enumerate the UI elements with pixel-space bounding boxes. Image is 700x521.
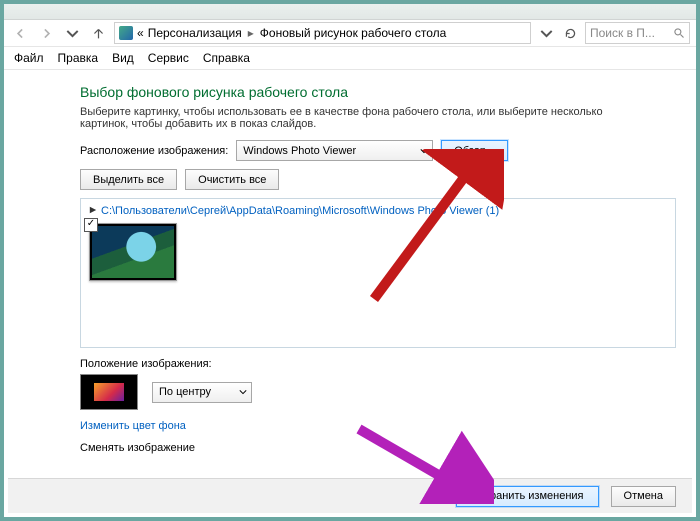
chevron-down-icon: [66, 27, 79, 40]
breadcrumb-seg-1[interactable]: Персонализация: [148, 26, 242, 40]
forward-button[interactable]: [36, 23, 56, 43]
back-button[interactable]: [10, 23, 30, 43]
thumbnail-panel: C:\Пользователи\Сергей\AppData\Roaming\M…: [80, 198, 676, 348]
wallpaper-thumbnail[interactable]: ✓: [89, 223, 177, 281]
location-icon: [119, 26, 133, 40]
content-area: Выбор фонового рисунка рабочего стола Вы…: [4, 70, 696, 454]
search-input[interactable]: Поиск в П...: [585, 22, 690, 44]
chevron-down-icon: [420, 147, 428, 155]
position-preview: [80, 374, 138, 410]
window-titlebar: [4, 4, 696, 20]
back-arrow-icon: [14, 27, 27, 40]
group-header[interactable]: C:\Пользователи\Сергей\AppData\Roaming\M…: [89, 205, 667, 217]
page-description: Выберите картинку, чтобы использовать ее…: [80, 106, 640, 130]
browse-button[interactable]: Обзор...: [441, 140, 508, 161]
search-icon: [673, 27, 685, 39]
menu-view[interactable]: Вид: [112, 51, 134, 65]
menu-help[interactable]: Справка: [203, 51, 250, 65]
search-placeholder: Поиск в П...: [590, 26, 673, 40]
menu-service[interactable]: Сервис: [148, 51, 189, 65]
nav-toolbar: « Персонализация ▸ Фоновый рисунок рабоч…: [4, 20, 696, 47]
change-background-color-link[interactable]: Изменить цвет фона: [80, 420, 676, 432]
position-value: По центру: [159, 386, 211, 398]
up-button[interactable]: [88, 23, 108, 43]
refresh-button[interactable]: [561, 23, 579, 43]
location-dropdown[interactable]: Windows Photo Viewer: [236, 140, 433, 161]
control-panel-window: « Персонализация ▸ Фоновый рисунок рабоч…: [0, 0, 700, 521]
breadcrumb-sep-icon: ▸: [246, 26, 256, 40]
location-label: Расположение изображения:: [80, 145, 228, 157]
save-button[interactable]: Сохранить изменения: [456, 486, 599, 507]
footer-bar: Сохранить изменения Отмена: [8, 478, 692, 513]
addr-dropdown[interactable]: [537, 23, 555, 43]
clear-all-button[interactable]: Очистить все: [185, 169, 279, 190]
breadcrumb-seg-2[interactable]: Фоновый рисунок рабочего стола: [260, 26, 447, 40]
address-bar[interactable]: « Персонализация ▸ Фоновый рисунок рабоч…: [114, 22, 531, 44]
breadcrumb-home[interactable]: «: [137, 26, 144, 40]
select-all-button[interactable]: Выделить все: [80, 169, 177, 190]
thumbnail-checkbox[interactable]: ✓: [84, 218, 98, 232]
page-title: Выбор фонового рисунка рабочего стола: [80, 84, 676, 100]
up-arrow-icon: [92, 27, 105, 40]
chevron-down-icon: [239, 388, 247, 396]
collapse-icon: [89, 205, 97, 217]
location-value: Windows Photo Viewer: [243, 145, 356, 157]
position-preview-inner: [94, 383, 124, 401]
menu-bar: Файл Правка Вид Сервис Справка: [4, 47, 696, 70]
menu-edit[interactable]: Правка: [58, 51, 99, 65]
change-image-label: Сменять изображение: [80, 442, 195, 454]
cancel-button[interactable]: Отмена: [611, 486, 676, 507]
menu-file[interactable]: Файл: [14, 51, 44, 65]
forward-arrow-icon: [40, 27, 53, 40]
wallpaper-image: [92, 226, 174, 278]
recent-dropdown[interactable]: [62, 23, 82, 43]
position-dropdown[interactable]: По центру: [152, 382, 252, 403]
position-label: Положение изображения:: [80, 358, 676, 370]
chevron-down-icon: [540, 27, 553, 40]
refresh-icon: [564, 27, 577, 40]
group-path: C:\Пользователи\Сергей\AppData\Roaming\M…: [101, 205, 499, 217]
